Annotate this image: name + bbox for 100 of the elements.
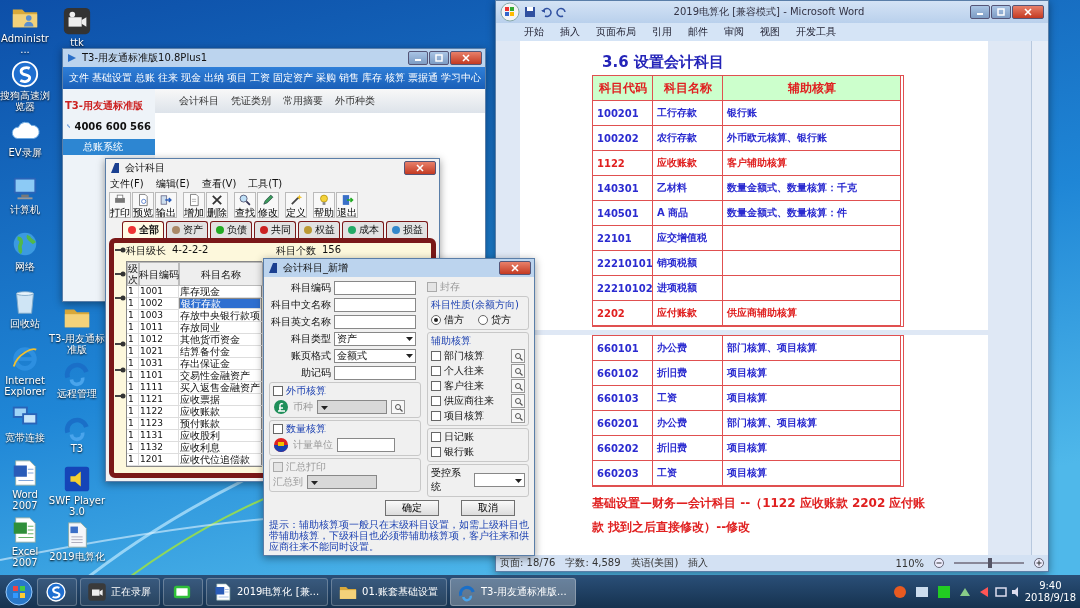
menu-item[interactable]: 往来 xyxy=(158,71,178,85)
input-field[interactable] xyxy=(334,280,416,295)
checkbox[interactable]: 供应商往来 xyxy=(431,394,494,408)
toolbar-link[interactable]: 会计科目 xyxy=(179,94,219,108)
office-button-icon[interactable] xyxy=(500,2,520,22)
menu-item[interactable]: 库存 xyxy=(362,71,382,85)
tab[interactable]: 全部 xyxy=(122,221,164,238)
tab[interactable]: 成本 xyxy=(342,221,384,238)
search-button[interactable] xyxy=(511,394,525,408)
tab[interactable]: 损益 xyxy=(386,221,428,238)
menu-item[interactable]: 核算 xyxy=(385,71,405,85)
tab[interactable]: 共同 xyxy=(254,221,296,238)
taskbar-button[interactable]: 正在录屏 xyxy=(80,577,160,606)
taskbar-button[interactable] xyxy=(163,577,203,606)
toolbar-button[interactable]: 打印 xyxy=(109,192,131,218)
slider-thumb[interactable] xyxy=(988,558,993,568)
plus-icon[interactable] xyxy=(1034,558,1044,568)
maximize-button[interactable] xyxy=(991,5,1011,19)
ribbon-tab[interactable]: 审阅 xyxy=(724,25,744,39)
search-button[interactable] xyxy=(511,409,525,423)
input-field[interactable] xyxy=(334,365,416,380)
ribbon-tab[interactable]: 视图 xyxy=(760,25,780,39)
menu-item[interactable]: 文件 xyxy=(69,71,89,85)
menu-item[interactable]: 现金 xyxy=(181,71,201,85)
menu-item[interactable]: 销售 xyxy=(339,71,359,85)
toolbar-button[interactable]: 帮助 xyxy=(313,192,335,218)
redo-icon[interactable] xyxy=(556,6,568,18)
menu-item[interactable]: 票据通 xyxy=(408,71,438,85)
menu-item[interactable]: 总账 xyxy=(135,71,155,85)
menu-item[interactable]: 编辑(E) xyxy=(155,177,190,191)
start-button-icon[interactable] xyxy=(4,576,34,607)
dialog-button[interactable]: 取消 xyxy=(461,500,515,516)
toolbar-button[interactable]: 定义 xyxy=(285,192,307,218)
dropdown[interactable] xyxy=(307,475,377,489)
dropdown[interactable] xyxy=(317,400,387,414)
table-cell[interactable]: 银行存款 xyxy=(179,298,261,309)
menu-item[interactable]: 文件(F) xyxy=(110,177,144,191)
ribbon-tab[interactable]: 开始 xyxy=(524,25,544,39)
checkbox[interactable]: 银行账 xyxy=(431,445,474,459)
taskbar-button[interactable]: 01.账套基础设置 xyxy=(331,577,447,606)
search-button[interactable] xyxy=(511,349,525,363)
radio-button[interactable]: 贷方 xyxy=(478,313,511,327)
taskbar-button[interactable] xyxy=(37,577,77,606)
browser-icon[interactable] xyxy=(10,344,40,374)
checkbox[interactable]: 客户往来 xyxy=(431,379,484,393)
taskbar-button[interactable]: 2019电算化 [兼... xyxy=(206,577,329,606)
tab[interactable]: 负债 xyxy=(210,221,252,238)
toolbar-link[interactable]: 外币种类 xyxy=(335,94,375,108)
checkbox[interactable]: 个人往来 xyxy=(431,364,484,378)
undo-icon[interactable] xyxy=(540,6,552,18)
ribbon-tab[interactable]: 引用 xyxy=(652,25,672,39)
menu-item[interactable]: 查看(V) xyxy=(201,177,237,191)
menu-item[interactable]: 采购 xyxy=(316,71,336,85)
toolbar-link[interactable]: 凭证类别 xyxy=(231,94,271,108)
ribbon-tab[interactable]: 页面布局 xyxy=(596,25,636,39)
search-button[interactable] xyxy=(511,379,525,393)
toolbar-button[interactable]: 增加 xyxy=(183,192,205,218)
input-field[interactable] xyxy=(334,297,416,312)
minimize-button[interactable] xyxy=(970,5,990,19)
nav-item[interactable]: 总账系统 xyxy=(63,139,155,155)
toolbar-button[interactable]: 预览 xyxy=(132,192,154,218)
dropdown[interactable] xyxy=(474,473,525,487)
dialog-button[interactable]: 确定 xyxy=(385,500,439,516)
menu-item[interactable]: 固定资产 xyxy=(273,71,313,85)
toolbar-button[interactable]: 查找 xyxy=(234,192,256,218)
menu-item[interactable]: 基础设置 xyxy=(92,71,132,85)
input-field[interactable] xyxy=(334,314,416,329)
radio-button[interactable]: 借方 xyxy=(431,313,464,327)
taskbar-button[interactable]: T3-用友通标准版... xyxy=(450,577,576,606)
dropdown[interactable]: 金额式 xyxy=(334,348,416,363)
checkbox[interactable]: 部门核算 xyxy=(431,349,484,363)
search-button[interactable] xyxy=(391,400,405,414)
tab[interactable]: 权益 xyxy=(298,221,340,238)
dropdown[interactable]: 资产 xyxy=(334,331,416,346)
toolbar-button[interactable]: 修改 xyxy=(257,192,279,218)
maximize-button[interactable] xyxy=(429,51,449,65)
tab[interactable]: 资产 xyxy=(166,221,208,238)
input-field[interactable] xyxy=(337,438,395,452)
circle-app-icon[interactable] xyxy=(10,59,40,89)
scrollbar[interactable] xyxy=(1031,41,1048,555)
menu-item[interactable]: 工资 xyxy=(250,71,270,85)
toolbar-button[interactable]: 退出 xyxy=(336,192,358,218)
toolbar-link[interactable]: 常用摘要 xyxy=(283,94,323,108)
checkbox[interactable]: 日记账 xyxy=(431,430,474,444)
save-icon[interactable] xyxy=(524,6,536,18)
ribbon-tab[interactable]: 邮件 xyxy=(688,25,708,39)
menu-item[interactable]: 出纳 xyxy=(204,71,224,85)
ribbon-tab[interactable]: 开发工具 xyxy=(796,25,836,39)
close-button[interactable] xyxy=(404,161,436,175)
menu-item[interactable]: 学习中心 xyxy=(441,71,481,85)
close-button[interactable] xyxy=(1012,5,1044,19)
toolbar-button[interactable]: 删除 xyxy=(206,192,228,218)
search-button[interactable] xyxy=(511,364,525,378)
close-button[interactable] xyxy=(450,51,482,65)
menu-item[interactable]: 工具(T) xyxy=(248,177,283,191)
checkbox[interactable]: 项目核算 xyxy=(431,409,484,423)
close-button[interactable] xyxy=(499,261,531,275)
checkbox[interactable]: 外币核算 xyxy=(273,384,326,398)
ribbon-tab[interactable]: 插入 xyxy=(560,25,580,39)
minus-icon[interactable] xyxy=(934,558,944,568)
